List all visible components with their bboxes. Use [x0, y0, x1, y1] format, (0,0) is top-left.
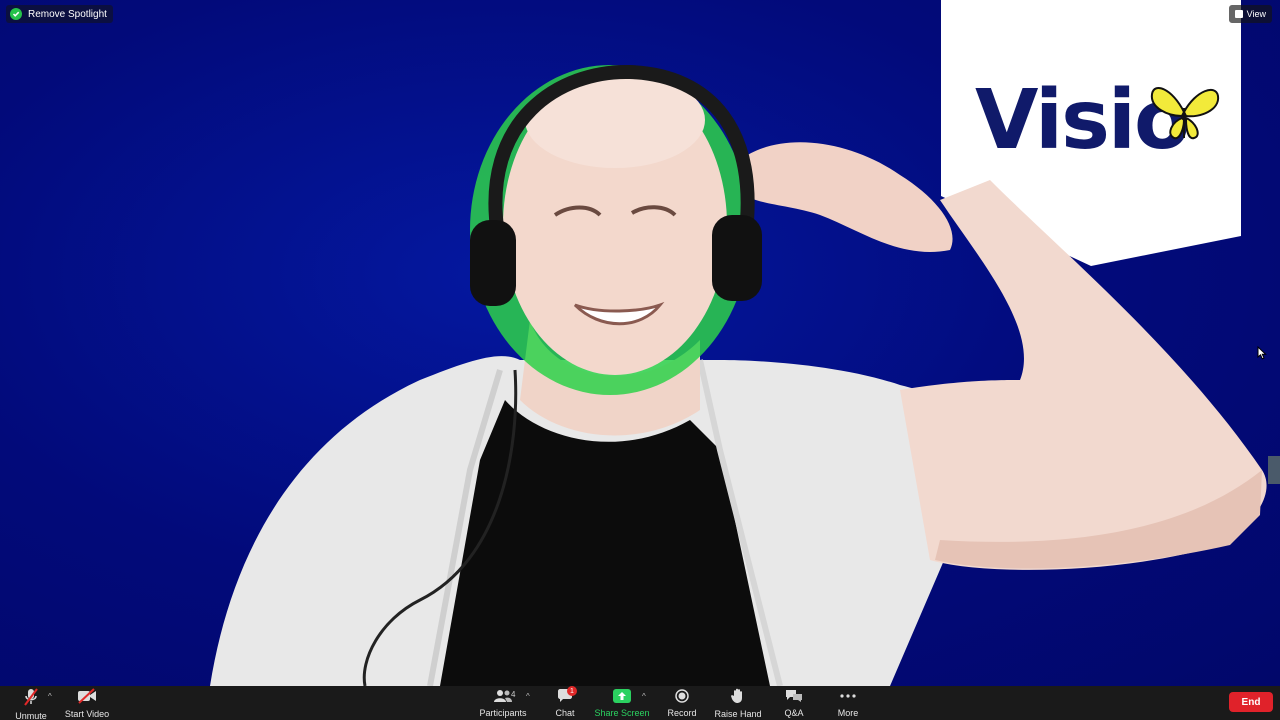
more-button[interactable]: More: [832, 688, 864, 718]
video-stage: Visio: [0, 0, 1280, 686]
remove-spotlight-button[interactable]: Remove Spotlight: [6, 5, 113, 23]
qa-label: Q&A: [784, 708, 804, 718]
end-meeting-button[interactable]: End: [1229, 692, 1273, 712]
mouse-cursor-icon: [1257, 346, 1267, 360]
qa-button[interactable]: Q&A: [778, 688, 810, 718]
share-screen-label: Share Screen: [594, 708, 650, 718]
shield-icon: [10, 8, 22, 20]
participants-button[interactable]: 4 Participants: [478, 688, 528, 718]
chat-button[interactable]: 1 Chat: [550, 686, 580, 718]
unmute-label: Unmute: [15, 711, 47, 720]
share-options-caret[interactable]: ^: [642, 692, 646, 701]
record-label: Record: [667, 708, 697, 718]
remove-spotlight-label: Remove Spotlight: [28, 8, 107, 20]
audio-options-caret[interactable]: ^: [48, 692, 52, 701]
start-video-label: Start Video: [64, 709, 110, 719]
participant-video: [210, 64, 1267, 686]
share-screen-icon: [613, 688, 631, 703]
start-video-button[interactable]: Start Video: [62, 688, 112, 719]
hand-icon: [731, 688, 742, 703]
video-off-icon: [78, 688, 96, 704]
chat-unread-badge: 1: [567, 686, 577, 696]
unmute-button[interactable]: Unmute: [14, 688, 48, 720]
view-label: View: [1246, 9, 1266, 19]
participants-icon: [494, 689, 512, 702]
raise-hand-button[interactable]: Raise Hand: [714, 688, 762, 719]
side-panel-handle[interactable]: [1268, 456, 1280, 484]
meeting-toolbar: Unmute ^ Start Video 4 Participants ^ 1 …: [0, 686, 1280, 720]
mic-muted-icon: [24, 688, 38, 706]
participants-options-caret[interactable]: ^: [526, 692, 530, 701]
chat-label: Chat: [555, 708, 575, 718]
record-icon: [675, 688, 689, 703]
participants-count: 4: [511, 690, 516, 699]
qa-icon: [786, 689, 802, 702]
participants-label: Participants: [479, 708, 527, 718]
record-button[interactable]: Record: [664, 688, 700, 718]
view-button[interactable]: View: [1228, 5, 1272, 23]
more-icon: [840, 693, 856, 698]
more-label: More: [837, 708, 859, 718]
view-grid-icon: [1234, 10, 1243, 18]
raise-hand-label: Raise Hand: [714, 709, 762, 719]
